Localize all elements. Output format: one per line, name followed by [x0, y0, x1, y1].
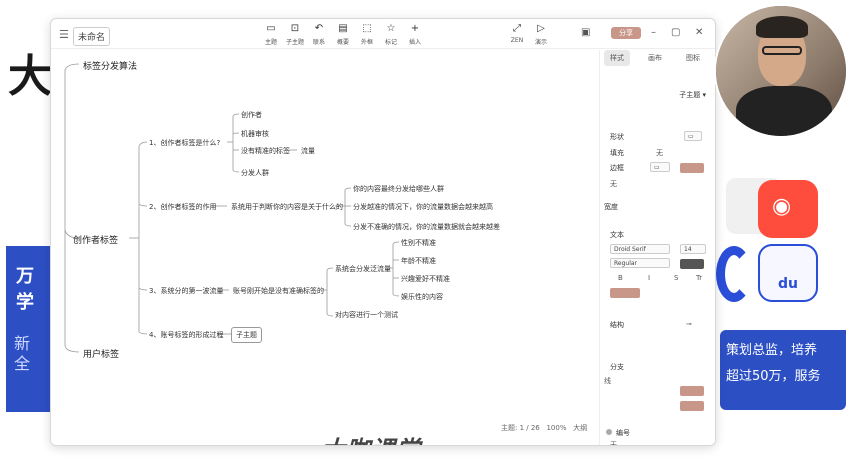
- topic-q1[interactable]: 1、创作者标签是什么?: [149, 138, 220, 148]
- connector-lines: [64, 63, 400, 353]
- status-bar: 主题: 1 / 26 100% 大纲: [501, 423, 587, 433]
- baidu-logo: du: [758, 244, 818, 302]
- q1-child-3[interactable]: 没有精准的标签: [241, 146, 290, 156]
- background-g-letter: [716, 246, 752, 302]
- q2-description[interactable]: 系统用于判断你的内容是关于什么的: [231, 202, 343, 212]
- close-icon[interactable]: ✕: [695, 27, 703, 38]
- q3-sub1-child-2[interactable]: 年龄不精准: [401, 256, 436, 266]
- align-left-button[interactable]: [610, 288, 640, 298]
- root-topic[interactable]: 标签分发算法: [83, 59, 137, 72]
- q3-sub1-child-4[interactable]: 娱乐性的内容: [401, 292, 443, 302]
- document-name[interactable]: 未命名: [73, 27, 111, 46]
- background-blue-lines: 新 全: [14, 334, 31, 373]
- branch-user-tags[interactable]: 用户标签: [83, 347, 119, 360]
- panel-toggle-icon[interactable]: ▣: [581, 27, 590, 38]
- numbering-label: 编号: [616, 429, 630, 437]
- structure-label: 结构: [610, 321, 624, 329]
- toolbar-boundary-button[interactable]: ⬚ 外框: [355, 23, 379, 46]
- toolbar-marker-button[interactable]: ☆ 标记: [379, 23, 403, 46]
- toolbar-subtopic-button[interactable]: ⊡ 子主题: [283, 23, 307, 46]
- outline-toggle[interactable]: 大纲: [573, 424, 587, 432]
- q2-child-2[interactable]: 分发越准的情况下，你的流量数据会越来越高: [353, 202, 493, 212]
- numbering-toggle[interactable]: [606, 429, 612, 435]
- background-big-char: 大: [8, 51, 52, 102]
- topic-q2[interactable]: 2、创作者标签的作用: [149, 202, 216, 212]
- border-value[interactable]: 无: [610, 179, 617, 189]
- tab-canvas[interactable]: 画布: [642, 50, 668, 66]
- structure-icon[interactable]: ⊸: [686, 320, 692, 328]
- text-color-swatch[interactable]: [680, 259, 704, 269]
- q3-description[interactable]: 账号刚开始是没有准确标签的: [233, 286, 324, 296]
- q3-sub1[interactable]: 系统会分发泛流量: [335, 264, 391, 274]
- menu-icon[interactable]: ☰: [59, 28, 69, 41]
- fill-value[interactable]: 无: [656, 148, 663, 158]
- strike-icon[interactable]: S: [674, 274, 678, 282]
- panel-tabs: 样式 画布 图标: [600, 50, 715, 72]
- fill-label: 填充: [610, 149, 624, 157]
- format-panel: 样式 画布 图标 子主题 ▾ 形状 ▭ 填充 无 边框 ▭ 无 宽度 文本 Dr…: [599, 50, 715, 445]
- background-blue-title: 万学: [16, 266, 34, 313]
- q1-traffic[interactable]: 流量: [301, 146, 315, 156]
- q2-child-1[interactable]: 你的内容最终分发给哪些人群: [353, 184, 444, 194]
- branch-creator-tags[interactable]: 创作者标签: [73, 233, 118, 246]
- shape-label: 形状: [610, 133, 624, 141]
- topic-count: 主题: 1 / 26: [501, 424, 540, 432]
- background-right-text: 策划总监，培养 超过50万，服务: [720, 330, 846, 410]
- minimize-icon[interactable]: –: [651, 27, 656, 38]
- title-bar: ☰ 未命名 ▭ 主题 ⊡ 子主题 ↶ 联系 ▤ 概要 ⬚ 外框 ☆ 标记 + 插入 ⤢ ZEN …: [51, 19, 715, 49]
- q2-child-3[interactable]: 分发不准确的情况，你的流量数据就会越来越差: [353, 222, 500, 232]
- text-section-label: 文本: [610, 231, 624, 239]
- border-label: 边框: [610, 164, 624, 172]
- q3-sub1-child-3[interactable]: 兴趣爱好不精准: [401, 274, 450, 284]
- border-color-swatch[interactable]: [680, 163, 704, 173]
- toolbar-zen-button[interactable]: ⤢ ZEN: [505, 23, 529, 44]
- font-weight-select[interactable]: Regular: [610, 258, 670, 268]
- maximize-icon[interactable]: ▢: [671, 27, 680, 38]
- toolbar-summary-button[interactable]: ▤ 概要: [331, 23, 355, 46]
- mindmap-window: ☰ 未命名 ▭ 主题 ⊡ 子主题 ↶ 联系 ▤ 概要 ⬚ 外框 ☆ 标记 + 插入 ⤢ ZEN …: [50, 18, 716, 446]
- q1-child-2[interactable]: 机器审核: [241, 129, 269, 139]
- mindmap-canvas[interactable]: 标签分发算法 创作者标签 用户标签 1、创作者标签是什么? 创作者 机器审核 没…: [51, 50, 599, 445]
- italic-icon[interactable]: I: [648, 274, 650, 282]
- bold-icon[interactable]: B: [618, 274, 623, 282]
- watermark: 大咖课堂: [321, 430, 421, 445]
- zoom-level[interactable]: 100%: [546, 424, 566, 432]
- q1-child-1[interactable]: 创作者: [241, 110, 262, 120]
- toolbar-topic-button[interactable]: ▭ 主题: [259, 23, 283, 46]
- topic-q4[interactable]: 4、账号标签的形成过程: [149, 330, 223, 340]
- font-size-select[interactable]: 14: [680, 244, 706, 254]
- tab-style[interactable]: 样式: [604, 50, 630, 66]
- toolbar-insert-button[interactable]: + 插入: [403, 23, 427, 46]
- shape-select[interactable]: ▭: [684, 131, 702, 141]
- toolbar-present-button[interactable]: ▷ 演示: [529, 23, 553, 46]
- branch-color-swatch[interactable]: [680, 386, 704, 396]
- branch-color-swatch-2[interactable]: [680, 401, 704, 411]
- share-button[interactable]: 分享: [611, 27, 641, 39]
- branch-label: 分支: [610, 363, 624, 371]
- line-label: 线: [604, 377, 611, 385]
- background-blue-block: 万学 新 全: [6, 246, 50, 412]
- q1-child-4[interactable]: 分发人群: [241, 168, 269, 178]
- topic-type-select[interactable]: 子主题 ▾: [610, 90, 706, 100]
- toolbar-relation-button[interactable]: ↶ 联系: [307, 23, 331, 46]
- border-style-select[interactable]: ▭: [650, 162, 670, 172]
- topic-q3[interactable]: 3、系统分的第一波流量: [149, 286, 223, 296]
- q3-sub1-child-1[interactable]: 性别不精准: [401, 238, 436, 248]
- case-icon[interactable]: Tr: [696, 274, 702, 282]
- q4-child-selected[interactable]: 子主题: [231, 327, 262, 343]
- camera-app-logo: ◉: [758, 180, 818, 238]
- webcam-overlay: [714, 4, 848, 138]
- tab-icons[interactable]: 图标: [680, 50, 706, 66]
- q3-sub2[interactable]: 对内容进行一个测试: [335, 310, 398, 320]
- numbering-value[interactable]: 无: [610, 440, 617, 445]
- font-family-select[interactable]: Droid Serif: [610, 244, 670, 254]
- width-label: 宽度: [604, 203, 618, 211]
